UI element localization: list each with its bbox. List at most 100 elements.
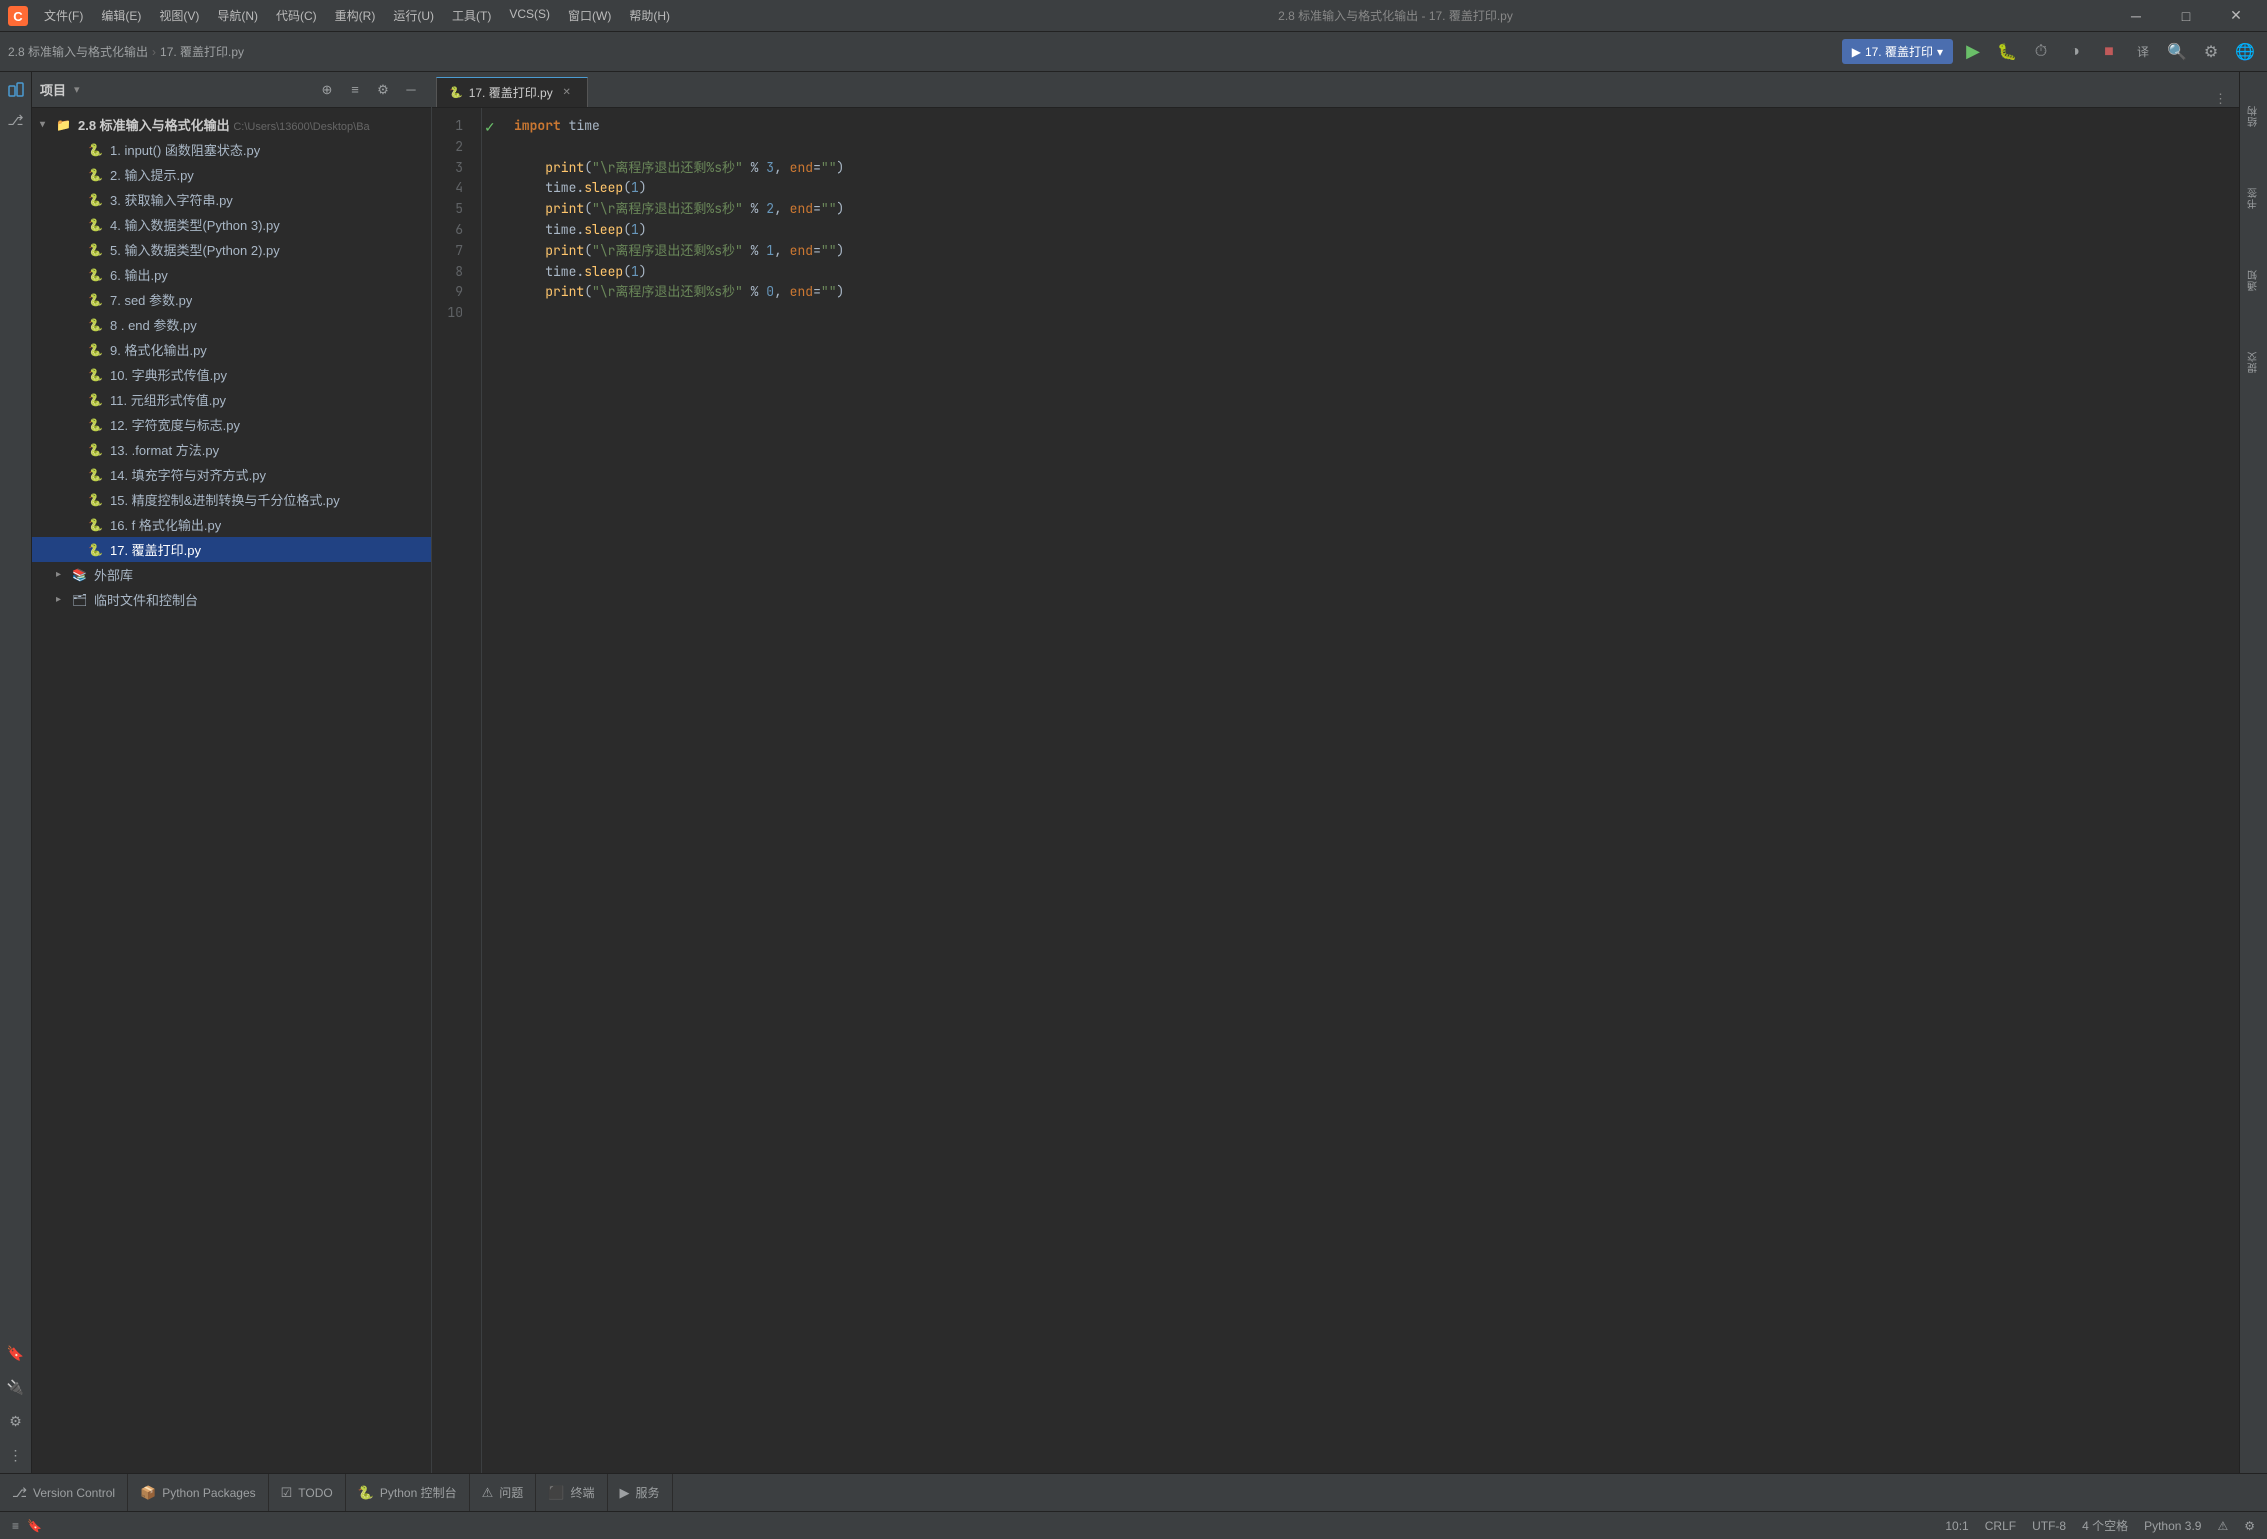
bookmark-icon[interactable]: 🔖 [2,1339,30,1367]
code-editor[interactable]: import time​ print("\r离程序退出还剩%s秒" % 3, e… [498,108,2239,1473]
menu-item-H[interactable]: 帮助(H) [621,5,678,26]
file-icon: 🐍 [88,543,106,557]
bottom-tab-terminal[interactable]: ⬛终端 [536,1474,607,1512]
plugin-icon[interactable]: 🔌 [2,1373,30,1401]
file-label: 13. .format 方法.py [110,440,219,459]
close-button[interactable]: ✕ [2213,2,2259,30]
tree-file-item[interactable]: ▸ 🐍 15. 精度控制&进制转换与千分位格式.py [32,487,431,512]
tab-close-button[interactable]: ✕ [559,85,575,101]
settings-button[interactable]: ⚙ [2197,38,2225,66]
right-panel-notifications[interactable]: 通知 [2242,240,2266,320]
tab-bar-more[interactable]: ⋮ [2206,91,2235,107]
menu-item-E[interactable]: 编辑(E) [93,5,149,26]
right-panel-commit[interactable]: 提交 [2242,322,2266,402]
menu-item-V[interactable]: 视图(V) [151,5,207,26]
file-label: 4. 输入数据类型(Python 3).py [110,215,280,234]
status-menu-icon[interactable]: ≡ [12,1519,19,1533]
status-python-version[interactable]: Python 3.9 [2144,1519,2201,1533]
stop-button[interactable]: ■ [2095,38,2123,66]
search-button[interactable]: 🔍 [2163,38,2191,66]
tree-file-item[interactable]: ▸ 🐍 14. 填充字符与对齐方式.py [32,462,431,487]
project-icon[interactable] [2,76,30,104]
bottom-tab-version-control[interactable]: ⎇Version Control [0,1474,128,1512]
code-line: import time [514,116,2223,137]
menu-item-VCSS[interactable]: VCS(S) [501,5,558,26]
panel-hide-icon[interactable]: ─ [399,78,423,102]
tree-file-item[interactable]: ▸ 🐍 5. 输入数据类型(Python 2).py [32,237,431,262]
tree-file-item[interactable]: ▸ 🐍 3. 获取输入字符串.py [32,187,431,212]
bottom-tab-todo[interactable]: ☑TODO [269,1474,346,1512]
todo-label: TODO [298,1486,332,1500]
tree-group-item[interactable]: ▸ 📚 外部库 [32,562,431,587]
editor-area: 🐍 17. 覆盖打印.py ✕ ⋮ 12345678910 ✓ import t… [432,72,2239,1473]
status-bookmark-icon[interactable]: 🔖 [27,1519,42,1533]
bottom-tab-issues[interactable]: ⚠问题 [470,1474,537,1512]
tree-file-item[interactable]: ▸ 🐍 17. 覆盖打印.py [32,537,431,562]
menu-item-N[interactable]: 导航(N) [209,5,266,26]
status-warning-icon[interactable]: ⚠ [2217,1519,2228,1533]
tree-file-item[interactable]: ▸ 🐍 8 . end 参数.py [32,312,431,337]
status-cursor-pos[interactable]: 10:1 [1945,1519,1968,1533]
file-label: 17. 覆盖打印.py [110,540,201,559]
menu-item-F[interactable]: 文件(F) [36,5,91,26]
tree-file-item[interactable]: ▸ 🐍 9. 格式化输出.py [32,337,431,362]
debug-button[interactable]: 🐛 [1993,38,2021,66]
project-panel: 项目 ▾ ⊕ ≡ ⚙ ─ ▾ 📁 2.8 标准输入与格式化输出 C:\Users… [32,72,432,1473]
panel-locate-icon[interactable]: ⊕ [315,78,339,102]
breadcrumb-file[interactable]: 17. 覆盖打印.py [160,43,244,60]
issues-label: 问题 [499,1484,523,1501]
bottom-tab-python-console[interactable]: 🐍Python 控制台 [346,1474,470,1512]
file-icon: 🐍 [88,268,106,282]
menu-item-W[interactable]: 窗口(W) [560,5,619,26]
right-panel-structure[interactable]: 结构 [2242,76,2266,156]
run-button[interactable]: ▶ [1959,38,1987,66]
group-arrow: ▸ [56,569,72,580]
menu-item-T[interactable]: 工具(T) [444,5,499,26]
menu-item-C[interactable]: 代码(C) [268,5,325,26]
tree-file-item[interactable]: ▸ 🐍 2. 输入提示.py [32,162,431,187]
file-icon: 🐍 [88,243,106,257]
menu-item-U[interactable]: 运行(U) [385,5,442,26]
commit-icon[interactable]: ⎇ [2,106,30,134]
group-label: 临时文件和控制台 [94,590,198,609]
bottom-tab-services[interactable]: ▶服务 [608,1474,673,1512]
status-line-ending[interactable]: CRLF [1985,1519,2016,1533]
editor-tab-active[interactable]: 🐍 17. 覆盖打印.py ✕ [436,77,588,107]
tree-file-item[interactable]: ▸ 🐍 4. 输入数据类型(Python 3).py [32,212,431,237]
menu-item-R[interactable]: 重构(R) [327,5,384,26]
line-number: 3 [432,158,469,179]
tree-file-item[interactable]: ▸ 🐍 1. input() 函数阻塞状态.py [32,137,431,162]
status-encoding[interactable]: UTF-8 [2032,1519,2066,1533]
coverage-button[interactable]: ◑ [2061,38,2089,66]
panel-collapse-icon[interactable]: ≡ [343,78,367,102]
theme-button[interactable]: 🌐 [2231,38,2259,66]
panel-dropdown-icon[interactable]: ▾ [74,83,80,96]
status-indent[interactable]: 4 个空格 [2082,1517,2128,1534]
app-logo: C [8,6,28,26]
tree-root-folder[interactable]: ▾ 📁 2.8 标准输入与格式化输出 C:\Users\13600\Deskto… [32,112,431,137]
run-config-button[interactable]: ▶ 17. 覆盖打印 ▾ [1842,39,1953,64]
file-tree: ▾ 📁 2.8 标准输入与格式化输出 C:\Users\13600\Deskto… [32,108,431,1473]
tree-file-item[interactable]: ▸ 🐍 12. 字符宽度与标志.py [32,412,431,437]
profile-button[interactable]: ⏱ [2027,38,2055,66]
tree-file-item[interactable]: ▸ 🐍 13. .format 方法.py [32,437,431,462]
root-folder-icon: 📁 [56,118,74,132]
tree-file-item[interactable]: ▸ 🐍 16. f 格式化输出.py [32,512,431,537]
tree-file-item[interactable]: ▸ 🐍 7. sed 参数.py [32,287,431,312]
breadcrumb-root[interactable]: 2.8 标准输入与格式化输出 [8,43,148,60]
tree-file-item[interactable]: ▸ 🐍 10. 字典形式传值.py [32,362,431,387]
status-settings-icon[interactable]: ⚙ [2244,1519,2255,1533]
minimize-button[interactable]: ─ [2113,2,2159,30]
file-icon: 🐍 [88,193,106,207]
tree-file-item[interactable]: ▸ 🐍 6. 输出.py [32,262,431,287]
panel-settings-icon[interactable]: ⚙ [371,78,395,102]
settings-side-icon[interactable]: ⚙ [2,1407,30,1435]
maximize-button[interactable]: □ [2163,2,2209,30]
more-icon[interactable]: ⋮ [2,1441,30,1469]
window-controls: ─ □ ✕ [2113,2,2259,30]
tree-group-item[interactable]: ▸ 🗂 临时文件和控制台 [32,587,431,612]
translate-button[interactable]: 译 [2129,38,2157,66]
right-panel-bookmarks[interactable]: 书签 [2242,158,2266,238]
tree-file-item[interactable]: ▸ 🐍 11. 元组形式传值.py [32,387,431,412]
bottom-tab-python-packages[interactable]: 📦Python Packages [128,1474,269,1512]
